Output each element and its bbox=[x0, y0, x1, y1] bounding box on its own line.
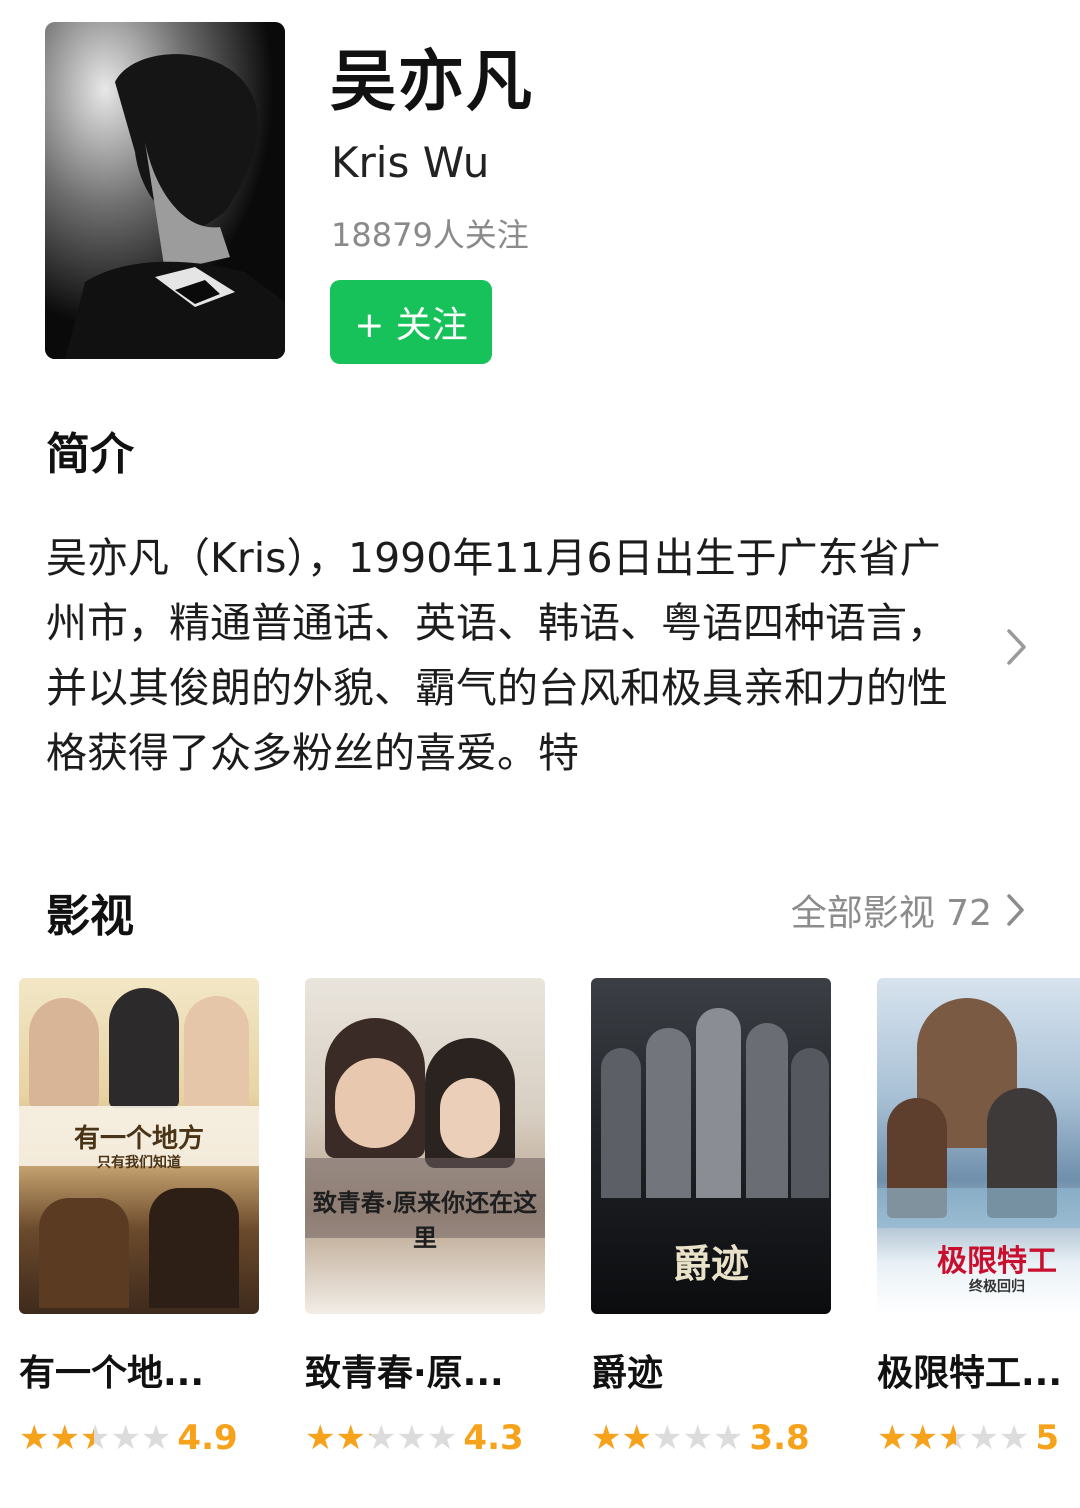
film-poster[interactable]: 爵迹 bbox=[591, 978, 831, 1314]
films-heading: 影视 bbox=[46, 891, 134, 942]
chevron-right-icon bbox=[1007, 894, 1024, 926]
film-title: 极限特工... bbox=[877, 1353, 1063, 1394]
film-poster[interactable]: 致青春·原来你还在这里 bbox=[305, 978, 545, 1314]
film-card[interactable]: 极限特工 终极回归 极限特工... ★★★★★★★★★★ 5 bbox=[877, 978, 1080, 1458]
poster-title: 有一个地方 bbox=[73, 1124, 204, 1154]
follow-button[interactable]: + 关注 bbox=[330, 280, 492, 364]
poster-subtitle: 只有我们知道 bbox=[97, 1155, 181, 1171]
celebrity-profile-page: 吴亦凡 Kris Wu 18879人关注 + 关注 简介 吴亦凡（Kris），1… bbox=[0, 0, 1080, 1508]
film-rating: ★★★★★★★★★★ 4.9 bbox=[19, 1418, 259, 1458]
film-card[interactable]: 有一个地方 只有我们知道 有一个地... ★★★★★★★★★★ 4.9 bbox=[19, 978, 259, 1458]
celebrity-name-chinese: 吴亦凡 bbox=[330, 43, 534, 120]
star-icon: ★★★★★★★★★★ bbox=[591, 1418, 744, 1458]
poster-title: 极限特工 bbox=[937, 1244, 1057, 1279]
film-score: 3.8 bbox=[749, 1418, 810, 1458]
poster-title: 致青春·原来你还在这里 bbox=[312, 1188, 538, 1252]
film-rating: ★★★★★★★★★★ 3.8 bbox=[591, 1418, 831, 1458]
all-films-label: 全部影视 72 bbox=[790, 893, 992, 934]
follower-count: 18879人关注 bbox=[331, 216, 529, 254]
film-card[interactable]: 爵迹 爵迹 ★★★★★★★★★★ 3.8 bbox=[591, 978, 831, 1458]
star-icon: ★★★★★★★★★★ bbox=[877, 1418, 1030, 1458]
poster-subtitle: 终极回归 bbox=[969, 1279, 1025, 1295]
film-title: 致青春·原... bbox=[305, 1353, 504, 1394]
film-title: 爵迹 bbox=[591, 1353, 664, 1394]
film-score: 5 bbox=[1035, 1418, 1060, 1458]
intro-heading: 简介 bbox=[46, 429, 134, 480]
film-rating: ★★★★★★★★★★ 4.3 bbox=[305, 1418, 545, 1458]
film-poster[interactable]: 有一个地方 只有我们知道 bbox=[19, 978, 259, 1314]
all-films-link[interactable]: 全部影视 72 bbox=[791, 884, 1026, 936]
film-poster[interactable]: 极限特工 终极回归 bbox=[877, 978, 1080, 1314]
chevron-right-icon[interactable] bbox=[1006, 628, 1028, 673]
star-icon: ★★★★★★★★★★ bbox=[19, 1418, 172, 1458]
film-score: 4.3 bbox=[463, 1418, 524, 1458]
celebrity-name-english: Kris Wu bbox=[331, 138, 490, 187]
film-score: 4.9 bbox=[177, 1418, 238, 1458]
film-title: 有一个地... bbox=[19, 1353, 205, 1394]
film-card[interactable]: 致青春·原来你还在这里 致青春·原... ★★★★★★★★★★ 4.3 bbox=[305, 978, 545, 1458]
film-rating: ★★★★★★★★★★ 5 bbox=[877, 1418, 1080, 1458]
poster-title: 爵迹 bbox=[672, 1241, 749, 1286]
intro-text[interactable]: 吴亦凡（Kris），1990年11月6日出生于广东省广州市，精通普通话、英语、韩… bbox=[46, 526, 958, 786]
star-icon: ★★★★★★★★★★ bbox=[305, 1418, 458, 1458]
profile-photo bbox=[45, 22, 285, 359]
